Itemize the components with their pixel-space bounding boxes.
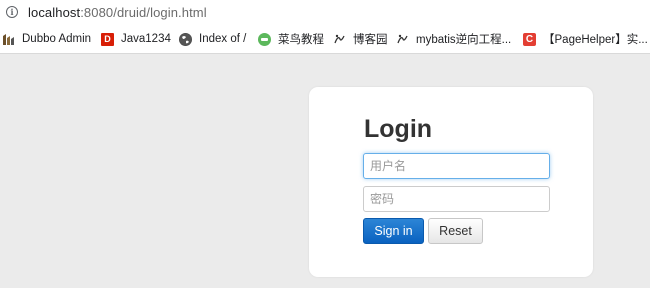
bookmark-runoob[interactable]: 菜鸟教程 [258, 31, 324, 47]
bookmark-label: Dubbo Admin [22, 33, 92, 45]
username-input[interactable] [363, 153, 550, 179]
login-card: Login Sign in Reset [309, 87, 593, 277]
runoob-icon [258, 32, 271, 46]
bookmark-label: Java1234 [121, 33, 171, 45]
url-text[interactable]: localhost:8080/druid/login.html [28, 5, 207, 20]
url-path: :8080/druid/login.html [80, 4, 207, 20]
globe-icon [179, 32, 192, 46]
info-icon[interactable]: i [6, 6, 18, 18]
password-input[interactable] [363, 186, 550, 212]
reset-button[interactable]: Reset [428, 218, 483, 244]
bookmark-mybatis[interactable]: mybatis逆向工程... [396, 31, 511, 47]
dubbo-icon [2, 32, 15, 46]
bookmark-pagehelper[interactable]: C 【PageHelper】实... [523, 31, 648, 47]
bookmark-label: mybatis逆向工程... [416, 34, 512, 46]
cnblogs-icon [333, 33, 346, 46]
bookmark-java1234[interactable]: D Java1234 [101, 31, 171, 47]
bookmark-dubbo-admin[interactable]: Dubbo Admin [2, 31, 91, 47]
bookmark-index-of[interactable]: Index of / [179, 31, 246, 47]
bookmark-cnblogs[interactable]: 博客园 [333, 31, 388, 47]
bookmark-label: 菜鸟教程 [278, 34, 324, 46]
url-host: localhost [28, 4, 81, 20]
bookmark-label: 【PageHelper】实... [543, 34, 648, 46]
bookmarks-bar: Dubbo Admin D Java1234 Index of / 菜鸟教程 博… [0, 24, 650, 54]
java1234-icon: D [101, 32, 114, 46]
bookmark-label: 博客园 [353, 34, 388, 46]
sign-in-button[interactable]: Sign in [363, 218, 424, 244]
cnblogs-icon [396, 33, 409, 46]
address-bar[interactable]: i localhost:8080/druid/login.html [0, 0, 650, 24]
csdn-icon: C [523, 32, 536, 46]
login-title: Login [364, 115, 433, 143]
bookmark-label: Index of / [199, 33, 247, 45]
